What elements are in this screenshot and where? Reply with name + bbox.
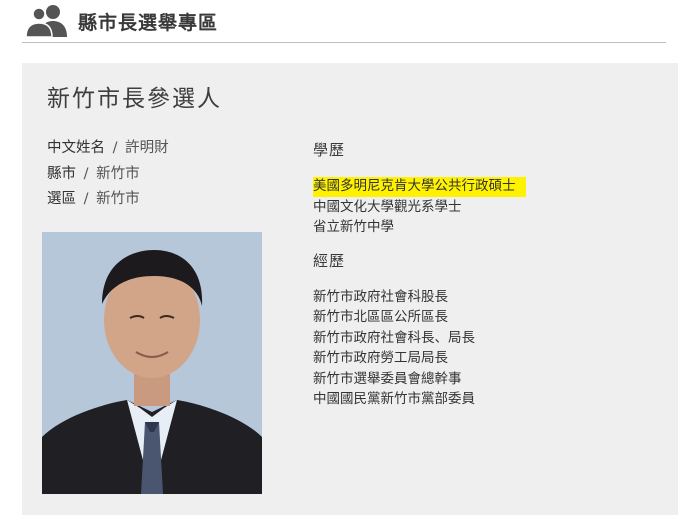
experience-item: 中國國民黨新竹市黨部委員 [313, 391, 475, 407]
info-row-name: 中文姓名 / 許明財 [47, 136, 169, 162]
candidate-panel: 新竹市長參選人 中文姓名 / 許明財 縣市 / 新竹市 選區 / 新竹市 學歷 … [22, 63, 678, 515]
experience-item: 新竹市政府社會科股長 [313, 288, 448, 305]
users-icon [26, 5, 67, 38]
education-item: 中國文化大學觀光系學士 [313, 198, 462, 215]
info-row-district: 選區 / 新竹市 [47, 187, 169, 213]
info-value: 許明財 [125, 140, 169, 156]
info-row-county: 縣市 / 新竹市 [47, 162, 169, 188]
panel-title: 新竹市長參選人 [47, 86, 222, 112]
highlighted-text: 美國多明尼克肯大學公共行政碩士 [313, 177, 526, 197]
candidate-details: 學歷 美國多明尼克肯大學公共行政碩士 中國文化大學觀光系學士 省立新竹中學 經歷… [313, 139, 526, 410]
info-label: 選區 [47, 191, 76, 207]
section-header: 縣市長選舉專區 [22, 0, 666, 43]
candidate-photo [42, 232, 262, 494]
experience-section: 經歷 新竹市政府社會科股長 新竹市北區區公所區長 新竹市政府社會科長、局長 新竹… [313, 250, 526, 410]
experience-item: 新竹市北區區公所區長 [313, 309, 448, 325]
candidate-info: 中文姓名 / 許明財 縣市 / 新竹市 選區 / 新竹市 [47, 136, 169, 213]
info-value: 新竹市 [96, 191, 140, 207]
info-value: 新竹市 [96, 165, 140, 182]
experience-item: 新竹市政府勞工局局長 [313, 350, 448, 366]
info-label: 縣市 [47, 165, 76, 182]
info-separator: / [83, 165, 89, 182]
education-item: 美國多明尼克肯大學公共行政碩士 [313, 176, 526, 197]
info-separator: / [83, 191, 89, 207]
education-title: 學歷 [313, 141, 346, 159]
education-item: 省立新竹中學 [313, 219, 394, 235]
experience-item: 新竹市選舉委員會總幹事 [313, 370, 462, 387]
info-separator: / [112, 140, 118, 156]
header-title: 縣市長選舉專區 [78, 11, 219, 34]
experience-title: 經歷 [313, 251, 346, 270]
experience-item: 新竹市政府社會科長、局長 [313, 329, 475, 346]
info-label: 中文姓名 [47, 140, 105, 156]
